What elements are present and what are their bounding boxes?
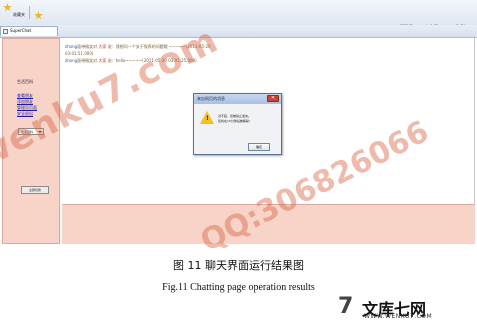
dialog-titlebar: 来自网页的消息 ✕ (194, 94, 281, 104)
dialog-title: 来自网页的消息 (197, 96, 225, 101)
favorites-label[interactable]: 收藏夹 (13, 12, 25, 18)
chat-message-time: 03:01:51.000) (65, 51, 94, 56)
switch-topic-button[interactable]: 主题切换 (21, 186, 49, 194)
logo-url: WWW.WENKU7.COM (364, 313, 433, 320)
sidebar-title: 生活百科 (17, 79, 33, 84)
message-dialog: 来自网页的消息 ✕ ! 对不起，您被禁止发言。 您将在10分钟后被解禁! 确定 (193, 93, 282, 155)
dialog-ok-label: 确定 (255, 145, 262, 149)
wenku7-logo: 7 文库七网 WWW.WENKU7.COM (338, 294, 468, 322)
toolbar-separator (29, 6, 30, 19)
message-speaker: zhong (65, 44, 78, 49)
page-icon (3, 29, 8, 34)
figure-caption-english: Fig.11 Chatting page operation results (162, 282, 315, 293)
favorites-star-icon[interactable] (3, 3, 12, 12)
tab-label: SuperChat (10, 28, 32, 33)
browser-toolbar: 收藏夹 (0, 0, 477, 26)
tab-bar: SuperChat (0, 25, 477, 38)
figure-caption-chinese: 图 11 聊天界面运行结果图 (173, 259, 304, 272)
message-verb: 面带微笑 (77, 44, 94, 49)
message-target: 大家 (98, 44, 107, 49)
warning-exclamation: ! (206, 115, 209, 122)
message-target: 大家 (98, 58, 107, 63)
logo-mark: 7 (338, 294, 354, 319)
tab-superchat[interactable]: SuperChat (0, 26, 58, 36)
dialog-message-line: 您将在10分钟后被解禁! (218, 119, 251, 123)
dialog-close-button[interactable]: ✕ (267, 95, 279, 102)
message-verb: 面带微笑 (77, 58, 94, 63)
dialog-ok-button[interactable]: 确定 (248, 143, 270, 151)
add-favorite-icon[interactable] (34, 11, 43, 20)
dialog-message-line: 对不起，您被禁止发言。 (218, 114, 252, 118)
close-icon: ✕ (270, 95, 276, 101)
switch-topic-label: 主题切换 (28, 188, 41, 192)
message-speaker: zhong (65, 58, 78, 63)
